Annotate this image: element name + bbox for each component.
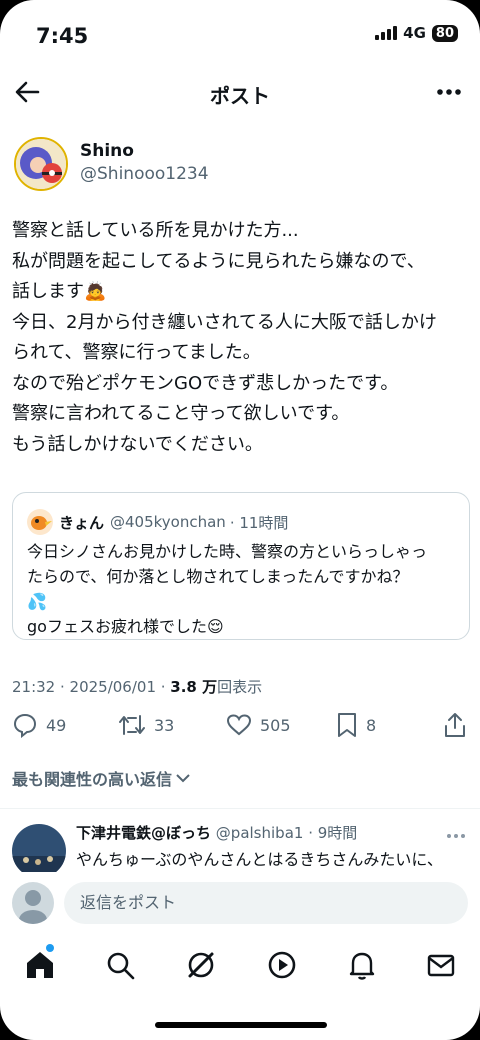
post-line: 警察に言われてること守って欲しいです。 <box>12 403 350 424</box>
status-right: 4G 80 <box>375 24 458 42</box>
reply-count: 49 <box>46 715 67 735</box>
grok-icon[interactable] <box>184 948 218 982</box>
repost-count: 33 <box>154 715 175 735</box>
like-button[interactable]: 505 <box>226 712 291 738</box>
view-label: 回表示 <box>217 678 263 696</box>
author-names: Shino @Shinooo1234 <box>80 141 209 191</box>
reply-header: 下津井電鉄@ぼっち @palshiba1 · 9時間 <box>76 822 357 843</box>
home-icon[interactable] <box>23 948 57 982</box>
quote-text: 今日シノさんお見かけした時、警察の方といらっしゃっ たらので、何か落とし物されて… <box>27 539 459 639</box>
top-bar: ポスト <box>0 72 480 114</box>
author-handle[interactable]: @Shinooo1234 <box>80 164 209 184</box>
quote-line: たらので、何か落とし物されてしまったんですかね？ <box>27 567 409 586</box>
post-line: 私が問題を起こしてるように見られたら嫌なので、 <box>12 250 425 272</box>
page-title: ポスト <box>210 84 270 108</box>
post-line: もう話しかけないでください。 <box>12 433 263 455</box>
reply-avatar[interactable] <box>12 824 66 878</box>
app-screen: 7:45 4G 80 ポスト Shino @Shinooo1234 警察と話して… <box>0 0 480 1040</box>
reply-author-name: 下津井電鉄@ぼっち <box>76 824 212 842</box>
heart-icon <box>226 714 252 736</box>
reply-composer: 返信をポスト <box>0 872 480 934</box>
reply-button[interactable]: 49 <box>12 712 66 738</box>
post-line: 警察と話している所を見かけた方... <box>12 220 299 241</box>
reply-input[interactable]: 返信をポスト <box>64 882 468 924</box>
quoted-post[interactable]: きょん @405kyonchan · 11時間 今日シノさんお見かけした時、警察… <box>12 492 470 640</box>
author-display-name[interactable]: Shino <box>80 141 209 161</box>
quote-author-name: きょん <box>59 513 105 532</box>
reply-sort-label: 最も関連性の高い返信 <box>12 770 173 789</box>
video-icon[interactable] <box>265 948 299 982</box>
reply-author-handle: @palshiba1 <box>215 824 304 842</box>
share-icon <box>445 713 465 737</box>
repost-icon <box>119 715 145 735</box>
more-options-icon[interactable] <box>436 80 462 108</box>
signal-icon <box>375 26 398 40</box>
quote-avatar <box>27 509 53 535</box>
battery-icon: 80 <box>431 24 458 42</box>
quote-time: · 11時間 <box>229 513 289 532</box>
chevron-down-icon <box>176 774 190 783</box>
post-body: 警察と話している所を見かけた方... 私が問題を起こしてるように見られたら嫌なの… <box>12 216 468 460</box>
view-count: 3.8 万 <box>170 678 218 696</box>
search-icon[interactable] <box>103 948 137 982</box>
bookmark-count: 8 <box>366 715 377 735</box>
status-bar: 7:45 4G 80 <box>0 0 480 70</box>
notifications-icon[interactable] <box>345 948 379 982</box>
bottom-tab-bar <box>0 940 480 990</box>
quote-line: 今日シノさんお見かけした時、警察の方といらっしゃっ <box>27 542 428 561</box>
post-line: 話します🙇 <box>12 281 107 302</box>
quote-author-handle: @405kyonchan <box>110 513 226 531</box>
action-bar: 49 33 505 8 <box>0 712 480 744</box>
repost-button[interactable]: 33 <box>118 712 174 738</box>
reply-sort-dropdown[interactable]: 最も関連性の高い返信 <box>12 766 190 790</box>
user-avatar <box>12 882 54 924</box>
share-button[interactable] <box>444 712 466 738</box>
post-line: 今日、2月から付き纏いされてる人に大阪で話しかけ <box>12 311 437 333</box>
home-indicator <box>155 1022 327 1028</box>
quote-header: きょん @405kyonchan · 11時間 <box>27 509 288 535</box>
post-author[interactable]: Shino @Shinooo1234 <box>14 137 209 191</box>
post-line: なので殆どポケモンGOできず悲しかったです。 <box>12 372 399 394</box>
messages-icon[interactable] <box>424 948 458 982</box>
reply-text: やんちゅーぶのやんさんとはるきちさんみたいに、 <box>76 850 443 869</box>
network-label: 4G <box>403 24 426 42</box>
post-time: 21:32 · 2025/06/01 · <box>12 678 171 696</box>
reply-icon <box>13 713 37 738</box>
divider <box>0 808 480 809</box>
status-time: 7:45 <box>36 24 89 48</box>
like-count: 505 <box>260 715 291 735</box>
quote-line: 💦 <box>27 592 47 611</box>
quote-line: goフェスお疲れ様でした😌 <box>27 617 224 636</box>
bookmark-button[interactable]: 8 <box>336 712 376 738</box>
post-line: られて、警察に行ってました。 <box>12 342 261 363</box>
home-notification-dot <box>46 944 54 952</box>
bookmark-icon <box>338 713 356 737</box>
reply-more-icon[interactable] <box>446 824 466 843</box>
author-avatar[interactable] <box>14 137 68 191</box>
reply-time: · 9時間 <box>308 824 358 842</box>
post-timestamp: 21:32 · 2025/06/01 · 3.8 万回表示 <box>12 676 262 697</box>
